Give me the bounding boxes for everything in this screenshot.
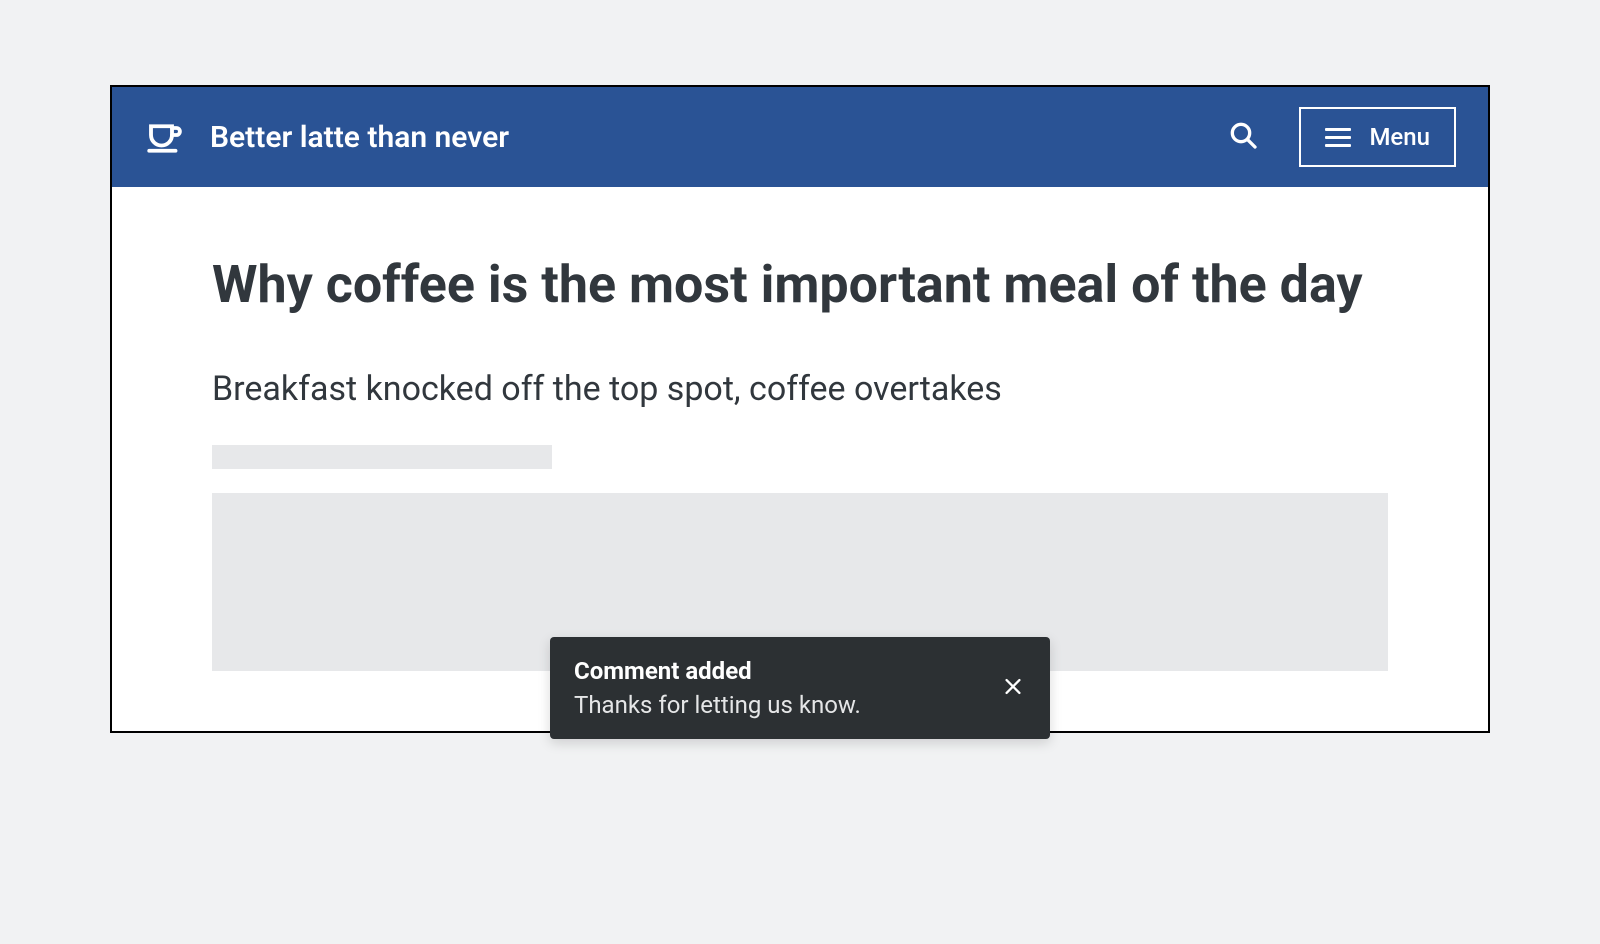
content-placeholder-short: [212, 445, 552, 469]
search-icon[interactable]: [1227, 119, 1259, 155]
close-icon: [1002, 676, 1024, 701]
site-header: Better latte than never Menu: [112, 87, 1488, 187]
app-window: Better latte than never Menu Why coffee …: [110, 85, 1490, 733]
article-title: Why coffee is the most important meal of…: [212, 237, 1388, 333]
cup-icon: [144, 114, 186, 160]
menu-button-label: Menu: [1369, 123, 1430, 151]
site-title: Better latte than never: [210, 120, 509, 155]
hamburger-icon: [1325, 128, 1351, 147]
toast-close-button[interactable]: [994, 668, 1032, 709]
toast-notification: Comment added Thanks for letting us know…: [550, 637, 1050, 739]
header-right: Menu: [1227, 107, 1456, 167]
toast-body: Thanks for letting us know.: [574, 691, 980, 719]
menu-button[interactable]: Menu: [1299, 107, 1456, 167]
article-subtitle: Breakfast knocked off the top spot, coff…: [212, 369, 1388, 409]
header-left: Better latte than never: [144, 114, 509, 160]
toast-title: Comment added: [574, 657, 980, 685]
